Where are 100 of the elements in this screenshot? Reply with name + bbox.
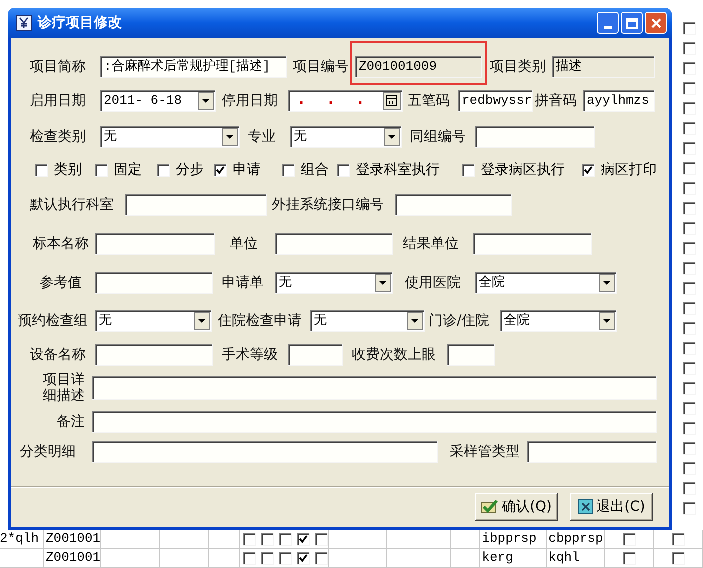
checkbox[interactable] (683, 122, 696, 134)
checkbox[interactable] (683, 222, 696, 234)
text-field[interactable] (92, 441, 438, 463)
checkbox[interactable] (683, 302, 696, 314)
checkbox[interactable] (95, 164, 108, 176)
checkbox[interactable] (260, 532, 274, 546)
checkbox[interactable] (622, 532, 636, 546)
checkbox[interactable] (683, 402, 696, 414)
text-field[interactable] (92, 411, 657, 433)
checkbox[interactable] (582, 164, 595, 176)
checkbox[interactable] (214, 164, 227, 176)
checkbox[interactable] (683, 322, 696, 334)
text-field[interactable] (288, 344, 343, 366)
checkbox[interactable] (260, 552, 274, 564)
checkbox[interactable] (683, 422, 696, 434)
text-field[interactable]: Z001001009 (355, 56, 482, 78)
caret-icon[interactable] (384, 128, 400, 146)
text-field[interactable]: ayylhmzs (583, 90, 655, 112)
checkbox-label[interactable]: 病区打印 (601, 160, 657, 180)
checkbox[interactable] (683, 22, 696, 34)
field-label: 启用日期 (30, 92, 87, 110)
checkbox[interactable] (278, 532, 292, 546)
checkbox[interactable] (314, 552, 328, 564)
close-button[interactable] (645, 12, 667, 34)
dropdown[interactable]: 全院 (475, 272, 617, 294)
dropdown[interactable]: 2011- 6-18 (100, 90, 216, 112)
checkbox[interactable] (683, 202, 696, 214)
dropdown[interactable]: 无 (310, 310, 425, 332)
checkbox[interactable] (683, 262, 696, 274)
checkbox[interactable] (672, 532, 685, 546)
dropdown[interactable]: 无 (290, 126, 402, 148)
caret-icon[interactable] (194, 312, 210, 330)
text-field[interactable] (125, 194, 267, 216)
checkbox-label[interactable]: 登录科室执行 (356, 160, 440, 180)
calendar-icon[interactable] (383, 92, 401, 110)
checkbox[interactable] (683, 82, 696, 94)
checkbox[interactable] (683, 42, 696, 54)
caret-icon[interactable] (198, 92, 214, 110)
checkbox[interactable] (157, 164, 170, 176)
checkbox[interactable] (683, 182, 696, 194)
checkbox[interactable] (683, 502, 696, 514)
text-field[interactable] (527, 441, 657, 463)
checkbox[interactable] (683, 462, 696, 474)
checkbox-label[interactable]: 分步 (176, 160, 204, 180)
exit-button[interactable]: 退出(C) (570, 493, 653, 521)
minimize-button[interactable] (597, 12, 619, 34)
checkbox-label[interactable]: 固定 (114, 160, 142, 180)
checkbox[interactable] (683, 482, 696, 494)
text-field[interactable] (92, 376, 657, 400)
dropdown[interactable]: 全院 (500, 310, 617, 332)
checkbox[interactable] (337, 164, 350, 176)
dropdown[interactable]: 无 (275, 272, 393, 294)
checkbox[interactable] (683, 102, 696, 114)
text-field[interactable]: :合麻醉术后常规护理[描述] (100, 56, 287, 78)
text-field[interactable]: 描述 (552, 56, 655, 78)
checkbox[interactable] (683, 282, 696, 294)
checkbox[interactable] (683, 162, 696, 174)
caret-icon[interactable] (222, 128, 238, 146)
text-field[interactable] (95, 272, 213, 294)
caret-icon[interactable] (599, 312, 615, 330)
text-field[interactable] (275, 233, 393, 255)
text-field[interactable] (473, 233, 592, 255)
checkbox-label[interactable]: 登录病区执行 (481, 160, 565, 180)
checkbox[interactable] (672, 552, 685, 564)
text-field[interactable]: redbwyssr (458, 90, 533, 112)
checkbox[interactable] (278, 552, 292, 564)
checkbox[interactable] (242, 532, 256, 546)
checkbox[interactable] (242, 552, 256, 564)
checkbox[interactable] (462, 164, 475, 176)
checkbox[interactable] (683, 342, 696, 354)
checkbox-label[interactable]: 组合 (301, 160, 329, 180)
checkbox-label[interactable]: 类别 (54, 160, 82, 180)
date-field[interactable]: . . . (288, 90, 403, 112)
dropdown[interactable]: 无 (95, 310, 212, 332)
text-field[interactable] (95, 344, 213, 366)
text-field[interactable] (447, 344, 495, 366)
checkbox[interactable] (296, 532, 310, 546)
caret-icon[interactable] (407, 312, 423, 330)
maximize-button[interactable] (621, 12, 643, 34)
checkbox[interactable] (282, 164, 295, 176)
checkbox[interactable] (35, 164, 48, 176)
dropdown[interactable]: 无 (100, 126, 240, 148)
checkbox-label[interactable]: 申请 (233, 160, 261, 180)
confirm-button[interactable]: 确认(Q) (475, 493, 558, 521)
text-field[interactable] (475, 126, 595, 148)
caret-icon[interactable] (599, 274, 615, 292)
field-label: 停用日期 (222, 92, 279, 110)
text-field[interactable] (395, 194, 512, 216)
close-icon (578, 499, 594, 515)
checkbox[interactable] (314, 532, 328, 546)
checkbox[interactable] (683, 142, 696, 154)
text-field[interactable] (95, 233, 215, 255)
caret-icon[interactable] (375, 274, 391, 292)
checkbox[interactable] (683, 62, 696, 74)
checkbox[interactable] (296, 552, 310, 564)
checkbox[interactable] (622, 552, 636, 564)
checkbox[interactable] (683, 442, 696, 454)
checkbox[interactable] (683, 362, 696, 374)
checkbox[interactable] (683, 242, 696, 254)
checkbox[interactable] (683, 382, 696, 394)
